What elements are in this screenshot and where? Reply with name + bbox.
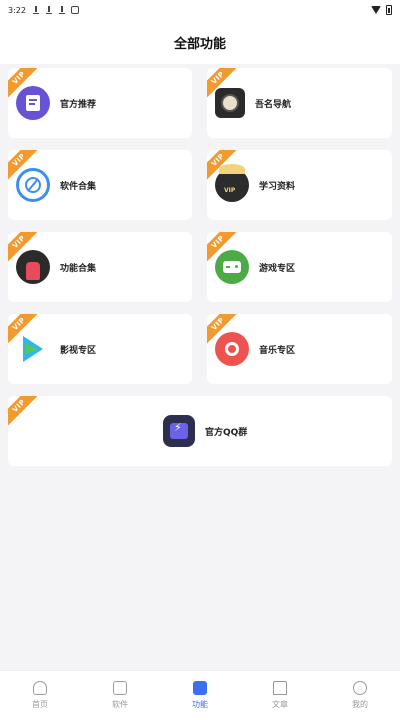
card-label: 官方QQ群 <box>205 427 248 438</box>
card-music[interactable]: VIP 音乐专区 <box>207 314 392 384</box>
system-icons <box>371 5 392 15</box>
download-icon <box>45 5 53 15</box>
tab-home[interactable]: 首页 <box>10 681 70 710</box>
app-notification-icon <box>70 6 79 14</box>
tab-label: 文章 <box>272 700 288 709</box>
card-study[interactable]: VIP VIP 学习资料 <box>207 150 392 220</box>
bookmark-icon <box>273 681 287 695</box>
status-bar: 3:22 <box>0 0 400 20</box>
wifi-icon <box>371 6 381 14</box>
card-label: 学习资料 <box>259 181 296 192</box>
vip-badge: VIP <box>8 396 41 428</box>
card-video[interactable]: VIP 影视专区 <box>8 314 192 384</box>
official-recommend-icon <box>16 86 50 120</box>
navigation-icon <box>215 88 245 118</box>
bottom-navigation: 首页 软件 功能 文章 我的 <box>0 670 400 720</box>
card-label: 功能合集 <box>60 263 97 274</box>
card-qq-group[interactable]: VIP 官方QQ群 <box>8 396 392 466</box>
card-function[interactable]: VIP 功能合集 <box>8 232 192 302</box>
tab-me[interactable]: 我的 <box>330 681 390 710</box>
game-icon <box>215 250 249 284</box>
bag-icon <box>113 681 127 695</box>
function-tab-icon <box>193 681 207 695</box>
heart-icon <box>33 681 47 695</box>
page-header: 全部功能 <box>0 20 400 64</box>
card-game[interactable]: VIP 游戏专区 <box>207 232 392 302</box>
qq-group-icon <box>163 415 195 447</box>
tab-label: 功能 <box>192 700 208 709</box>
function-icon <box>16 250 50 284</box>
software-icon <box>16 168 50 202</box>
card-label: 影视专区 <box>60 345 97 356</box>
user-icon <box>353 681 367 695</box>
status-time: 3:22 <box>8 5 26 15</box>
download-icon <box>58 5 66 15</box>
tab-article[interactable]: 文章 <box>250 681 310 710</box>
battery-icon <box>386 5 392 15</box>
function-grid: VIP 官方推荐 VIP 吾名导航 VIP 软件合集 VIP VIP 学习资料 <box>0 64 400 670</box>
download-icon <box>32 5 40 15</box>
tab-label: 首页 <box>32 700 48 709</box>
card-label: 软件合集 <box>60 181 97 192</box>
card-software[interactable]: VIP 软件合集 <box>8 150 192 220</box>
card-label: 官方推荐 <box>60 99 97 110</box>
card-official-recommend[interactable]: VIP 官方推荐 <box>8 68 192 138</box>
tab-function[interactable]: 功能 <box>170 681 230 710</box>
notification-icons <box>32 5 79 15</box>
card-navigation[interactable]: VIP 吾名导航 <box>207 68 392 138</box>
tab-software[interactable]: 软件 <box>90 681 150 710</box>
video-icon <box>16 332 50 366</box>
card-label: 游戏专区 <box>259 263 296 274</box>
tab-label: 我的 <box>352 700 368 709</box>
tab-label: 软件 <box>112 700 128 709</box>
study-icon-text: VIP <box>224 187 236 194</box>
card-label: 吾名导航 <box>255 99 292 110</box>
card-label: 音乐专区 <box>259 345 296 356</box>
page-title: 全部功能 <box>173 36 226 52</box>
study-icon: VIP <box>215 164 249 202</box>
music-icon <box>215 332 249 366</box>
